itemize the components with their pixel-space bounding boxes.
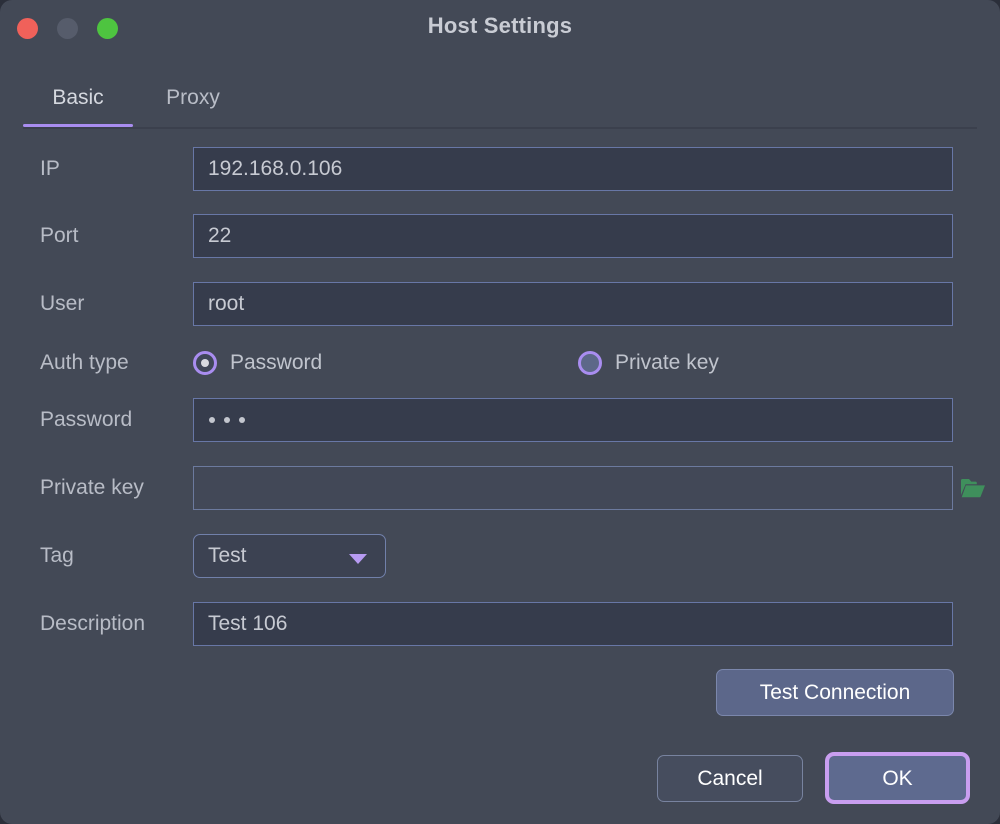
port-label: Port <box>40 224 79 247</box>
radio-auth-password-label: Password <box>230 351 323 374</box>
ip-label: IP <box>40 157 60 180</box>
user-label: User <box>40 292 85 315</box>
cancel-button[interactable]: Cancel <box>657 755 803 802</box>
folder-open-icon[interactable] <box>960 477 986 499</box>
tab-basic[interactable]: Basic <box>23 75 133 127</box>
tag-dropdown[interactable]: Test <box>193 534 386 578</box>
radio-selected-icon <box>193 351 217 375</box>
ok-button[interactable]: OK <box>825 752 970 804</box>
test-connection-button[interactable]: Test Connection <box>716 669 954 716</box>
row-ip: IP 192.168.0.106 <box>0 147 1000 191</box>
private-key-input[interactable] <box>193 466 953 510</box>
row-password: Password <box>0 398 1000 442</box>
radio-unselected-icon <box>578 351 602 375</box>
row-description: Description Test 106 <box>0 602 1000 646</box>
password-mask-dot <box>239 417 245 423</box>
tab-active-indicator <box>23 124 133 127</box>
description-label: Description <box>40 612 146 635</box>
description-input[interactable]: Test 106 <box>193 602 953 646</box>
password-input[interactable] <box>193 398 953 442</box>
private-key-label: Private key <box>40 476 144 499</box>
password-mask-dot <box>209 417 215 423</box>
page-title: Host Settings <box>427 13 573 38</box>
password-mask-dot <box>224 417 230 423</box>
tab-proxy[interactable]: Proxy <box>147 75 239 125</box>
row-port: Port 22 <box>0 214 1000 258</box>
radio-auth-password[interactable]: Password <box>193 341 322 385</box>
tab-bar: Basic Proxy <box>23 75 977 129</box>
radio-auth-private-key[interactable]: Private key <box>578 341 719 385</box>
host-settings-dialog: Host Settings Basic Proxy IP 192.168.0.1… <box>0 0 1000 824</box>
title-bar: Host Settings <box>0 0 1000 56</box>
row-auth-type: Auth type Password Private key <box>0 341 1000 385</box>
row-user: User root <box>0 282 1000 326</box>
tag-dropdown-value: Test <box>208 544 247 567</box>
password-label: Password <box>40 408 133 431</box>
user-input[interactable]: root <box>193 282 953 326</box>
row-private-key: Private key <box>0 466 1000 510</box>
radio-auth-private-key-label: Private key <box>615 351 719 374</box>
auth-type-label: Auth type <box>40 351 129 374</box>
tag-label: Tag <box>40 544 74 567</box>
port-input[interactable]: 22 <box>193 214 953 258</box>
ip-input[interactable]: 192.168.0.106 <box>193 147 953 191</box>
radio-dot-icon <box>201 359 209 367</box>
chevron-down-icon <box>349 554 367 564</box>
row-tag: Tag Test <box>0 534 1000 578</box>
tab-basic-label: Basic <box>52 86 104 109</box>
tab-proxy-label: Proxy <box>166 86 220 109</box>
